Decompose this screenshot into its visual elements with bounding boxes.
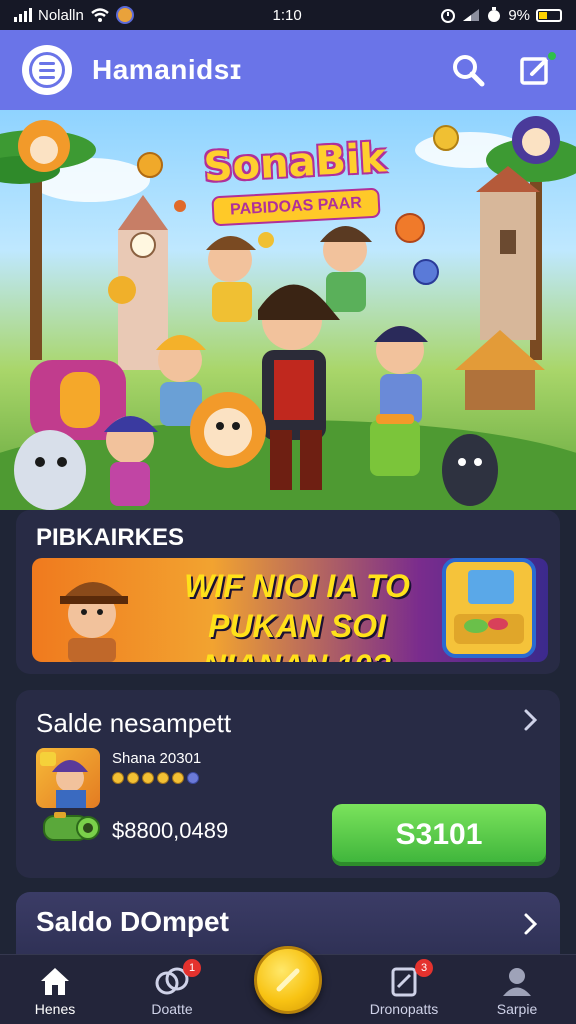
gem-icon [187,772,199,784]
games-icon [442,558,536,658]
app-header: Hamanidsɪ [0,30,576,110]
profile-icon [503,968,531,996]
promo-character-illustration [60,582,128,662]
battery-percent: 9% [508,6,530,24]
coin-icon [142,772,154,784]
balance-amount: $8800,0489 [112,818,229,843]
clock: 1:10 [272,6,302,24]
nav-label: Dronopatts [369,1001,439,1017]
alarm-icon [441,9,456,23]
topup-button[interactable]: S3101 [332,804,546,866]
notification-dot [546,50,558,62]
nav-item-profile[interactable]: Sarpie [462,955,572,1024]
hero-banner[interactable]: SonaBik PABIDOAS PAAR [0,110,576,510]
avatar-mini-icon [115,6,134,24]
balance-card: Salde nesampett Shana 20301 $8800,0489 S… [16,690,560,878]
status-bar: Nolalln 1:10 9% [0,0,576,30]
carrier-label: Nolalln [38,6,84,24]
coin-row [112,772,199,784]
balance-heading: Salde nesampett [36,708,232,738]
promo-banner[interactable]: WIF NIOI IA TO PUKAN SOI NIANAN 10? [32,558,548,662]
nav-label: Henes [34,1001,76,1017]
nav-item-coins[interactable]: 1 Doatte [117,955,227,1024]
wallet-heading: Saldo DOmpet [36,906,229,937]
edit-button[interactable] [518,50,558,88]
wifi-icon [91,8,109,22]
nav-label: Doatte [151,1001,193,1017]
timer-icon [488,7,501,22]
notification-badge: 3 [415,959,433,977]
nav-label: Sarpie [496,1001,538,1017]
coin-icon [172,772,184,784]
home-icon [41,968,69,995]
promo-card: PIBKAIRKES WIF NIOI IA TO PUKAN SOI NIAN… [16,510,560,674]
status-right: 9% [440,7,562,24]
cell-signal-icon [463,9,480,21]
notification-badge: 1 [183,959,201,977]
header-actions [450,50,558,88]
signal-icon [14,8,32,22]
nav-item-dronopatts[interactable]: 3 Dronopatts [349,955,459,1024]
chevron-right-icon[interactable] [518,912,542,936]
chevron-right-icon[interactable] [518,708,542,732]
nav-item-home[interactable]: Henes [0,955,110,1024]
search-icon [453,55,485,87]
check-icon [276,968,300,992]
app-title: Hamanidsɪ [92,54,242,85]
status-left: Nolalln [14,6,134,24]
menu-icon [29,52,65,88]
balance-item-name: Shana 20301 [112,750,202,767]
center-action-button[interactable] [254,946,322,1014]
coin-icon [127,772,139,784]
game-thumbnail [36,748,100,808]
promo-banner-text: WIF NIOI IA TO PUKAN SOI NIANAN 10? [184,568,410,662]
promo-heading: PIBKAIRKES [36,524,185,551]
menu-button[interactable] [22,45,72,95]
cannon-icon [43,812,100,841]
search-button[interactable] [450,52,486,88]
coin-icon [112,772,124,784]
battery-icon [536,8,562,22]
coin-icon [157,772,169,784]
